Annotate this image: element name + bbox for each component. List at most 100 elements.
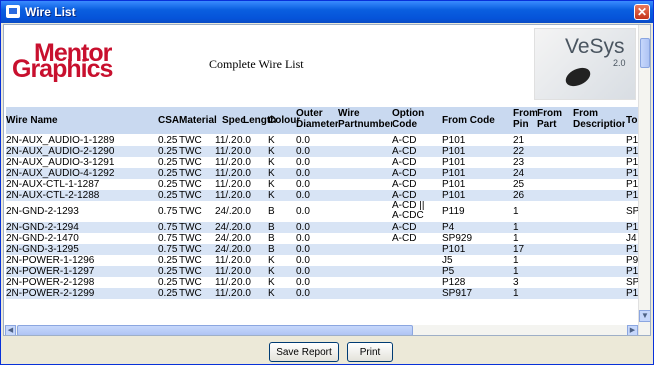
cell-from-code: J5 bbox=[442, 255, 453, 266]
cell-outer-diameter: 0.0 bbox=[296, 255, 310, 266]
table-row[interactable]: 2N-AUX_AUDIO-4-1292 0.25 TWC 11/.2 0.0 K 0.0 A-… bbox=[6, 168, 646, 179]
cell-length: 0.0 bbox=[237, 190, 251, 201]
wire-list-window: Wire List ✕ Mentor Graphics Complete Wir… bbox=[0, 0, 654, 365]
header-from-code[interactable]: From Code bbox=[442, 107, 510, 134]
table-row[interactable]: 2N-AUX_AUDIO-2-1290 0.25 TWC 11/.2 0.0 K 0.0 A-… bbox=[6, 146, 646, 157]
cell-length: 0.0 bbox=[237, 277, 251, 288]
table-row[interactable]: 2N-GND-2-1294 0.75 TWC 24/.2 0.0 B 0.0 A-CD P4 1 P… bbox=[6, 222, 646, 233]
cell-wire-name: 2N-AUX_AUDIO-2-1290 bbox=[6, 146, 115, 157]
report-title: Complete Wire List bbox=[209, 57, 304, 71]
cell-outer-diameter: 0.0 bbox=[296, 244, 310, 255]
cell-csa: 0.75 bbox=[158, 244, 178, 255]
horizontal-scrollbar[interactable]: ◀ ▶ bbox=[4, 325, 638, 335]
table-row[interactable]: 2N-POWER-2-1298 0.25 TWC 11/.2 0.0 K 0.0 P128 3 S… bbox=[6, 277, 646, 288]
cell-from-pin: 17 bbox=[513, 244, 525, 255]
cell-csa: 0.25 bbox=[158, 255, 178, 266]
header-option-code[interactable]: Option Code bbox=[392, 107, 438, 135]
cell-csa: 0.25 bbox=[158, 266, 178, 277]
table-row[interactable]: 2N-AUX_AUDIO-1-1289 0.25 TWC 11/.2 0.0 K 0.0 A-… bbox=[6, 135, 646, 146]
cell-wire-name: 2N-POWER-2-1299 bbox=[6, 288, 95, 299]
cell-wire-name: 2N-AUX-CTL-2-1288 bbox=[6, 190, 100, 201]
cell-option-code: A-CD bbox=[392, 190, 417, 201]
table-row[interactable]: 2N-AUX-CTL-1-1287 0.25 TWC 11/.2 0.0 K 0.0 A-CD… bbox=[6, 179, 646, 190]
table-row[interactable]: 2N-GND-2-1470 0.75 TWC 24/.2 0.0 B 0.0 A-CD SP92… bbox=[6, 233, 646, 244]
cell-length: 0.0 bbox=[237, 146, 251, 157]
table-row[interactable]: 2N-GND-3-1295 0.75 TWC 24/.2 0.0 B 0.0 P101 17 P1… bbox=[6, 244, 646, 255]
cell-from-pin: 1 bbox=[513, 266, 519, 277]
window-title: Wire List bbox=[25, 5, 76, 19]
cell-length: 0.0 bbox=[237, 206, 251, 217]
report-content: Mentor Graphics Complete Wire List VeSys… bbox=[3, 24, 651, 336]
cell-wire-name: 2N-GND-3-1295 bbox=[6, 244, 79, 255]
cell-wire-name: 2N-AUX_AUDIO-3-1291 bbox=[6, 157, 115, 168]
header-wire-partnumber[interactable]: Wire Partnumber bbox=[338, 107, 392, 135]
cell-colour: K bbox=[268, 179, 275, 190]
scroll-left-button[interactable]: ◀ bbox=[5, 325, 16, 335]
cell-length: 0.0 bbox=[237, 233, 251, 244]
cell-from-code: P4 bbox=[442, 222, 455, 233]
cell-csa: 0.25 bbox=[158, 157, 178, 168]
cell-colour: B bbox=[268, 244, 275, 255]
cell-outer-diameter: 0.0 bbox=[296, 288, 310, 299]
vertical-scroll-thumb[interactable] bbox=[640, 38, 650, 68]
table-row[interactable]: 2N-POWER-1-12970.25TWC11/.20.0K0.0P51P10 bbox=[6, 266, 646, 277]
vesys-version: 2.0 bbox=[613, 58, 626, 68]
cell-from-pin: 1 bbox=[513, 288, 519, 299]
cell-from-code: P101 bbox=[442, 190, 466, 201]
table-row[interactable]: 2N-POWER-1-12960.25TWC11/.20.0K0.0J51P90 bbox=[6, 255, 646, 266]
scroll-down-button[interactable]: ▼ bbox=[639, 310, 650, 322]
cell-length: 0.0 bbox=[237, 266, 251, 277]
cell-colour: K bbox=[268, 135, 275, 146]
cell-length: 0.0 bbox=[237, 168, 251, 179]
cell-from-code: P101 bbox=[442, 146, 466, 157]
cell-from-pin: 23 bbox=[513, 157, 525, 168]
cell-wire-name: 2N-AUX_AUDIO-1-1289 bbox=[6, 135, 115, 146]
table-row[interactable]: 2N-POWER-2-1299 0.25 TWC 11/.2 0.0 K 0.0 SP917 1… bbox=[6, 288, 646, 299]
header-wire-name[interactable]: Wire Name bbox=[6, 107, 154, 134]
vesys-name: VeSys bbox=[565, 35, 625, 58]
cell-outer-diameter: 0.0 bbox=[296, 266, 310, 277]
header-from-pin[interactable]: From Pin bbox=[513, 107, 537, 135]
cell-option-code: A-CD bbox=[392, 179, 417, 190]
cell-option-code: A-CD bbox=[392, 233, 417, 244]
cell-from-code: P101 bbox=[442, 135, 466, 146]
header-material[interactable]: Material bbox=[179, 107, 223, 134]
header-from-part[interactable]: From Part bbox=[537, 107, 569, 135]
cell-csa: 0.25 bbox=[158, 190, 178, 201]
print-button[interactable]: Print bbox=[347, 342, 393, 362]
close-button[interactable]: ✕ bbox=[634, 4, 650, 20]
cell-colour: K bbox=[268, 288, 275, 299]
cell-from-code: SP929 bbox=[442, 233, 473, 244]
cell-outer-diameter: 0.0 bbox=[296, 135, 310, 146]
cell-wire-name: 2N-GND-2-1470 bbox=[6, 233, 79, 244]
table-row[interactable]: 2N-GND-2-1293 0.75 TWC 24/.2 0.0 B 0.0 A-CD || A… bbox=[6, 201, 646, 222]
header-csa[interactable]: CSA bbox=[158, 107, 180, 134]
cell-from-pin: 21 bbox=[513, 135, 525, 146]
header-outer-diameter[interactable]: Outer Diameter bbox=[296, 107, 338, 135]
cell-length: 0.0 bbox=[237, 222, 251, 233]
save-report-button[interactable]: Save Report bbox=[269, 342, 339, 362]
title-bar[interactable]: Wire List ✕ bbox=[1, 1, 653, 23]
table-row[interactable]: 2N-AUX_AUDIO-3-1291 0.25 TWC 11/.2 0.0 K 0.0 A-… bbox=[6, 157, 646, 168]
cell-from-pin: 26 bbox=[513, 190, 525, 201]
cell-wire-name: 2N-POWER-2-1298 bbox=[6, 277, 95, 288]
cell-colour: K bbox=[268, 190, 275, 201]
cell-option-code: A-CD bbox=[392, 146, 417, 157]
cell-from-pin: 3 bbox=[513, 277, 519, 288]
cell-colour: K bbox=[268, 277, 275, 288]
header-from-description[interactable]: From Description bbox=[573, 107, 625, 135]
cell-from-code: P101 bbox=[442, 244, 466, 255]
horizontal-scroll-thumb[interactable] bbox=[17, 325, 413, 335]
cell-from-pin: 1 bbox=[513, 255, 519, 266]
header-spec[interactable]: Spec bbox=[222, 107, 244, 134]
table-row[interactable]: 2N-AUX-CTL-2-1288 0.25 TWC 11/.2 0.0 K 0.0 A-CD… bbox=[6, 190, 646, 201]
vertical-scrollbar[interactable]: ▼ bbox=[638, 25, 650, 335]
app-window-icon bbox=[6, 5, 20, 18]
cell-length: 0.0 bbox=[237, 179, 251, 190]
cell-colour: B bbox=[268, 233, 275, 244]
cell-outer-diameter: 0.0 bbox=[296, 190, 310, 201]
cell-outer-diameter: 0.0 bbox=[296, 222, 310, 233]
scroll-right-button[interactable]: ▶ bbox=[627, 325, 638, 335]
cell-outer-diameter: 0.0 bbox=[296, 146, 310, 157]
cell-wire-name: 2N-GND-2-1294 bbox=[6, 222, 79, 233]
